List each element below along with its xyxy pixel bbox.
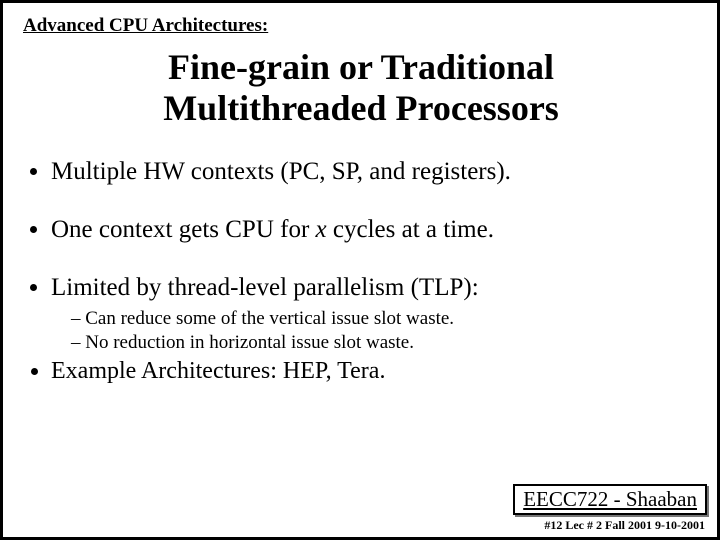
bullet-2-text-b: cycles at a time. — [327, 216, 494, 243]
bullet-1: Multiple HW contexts (PC, SP, and regist… — [51, 158, 699, 186]
title-line-2: Multithreaded Processors — [163, 88, 559, 128]
slide-frame: Advanced CPU Architectures: Fine-grain o… — [0, 0, 720, 540]
title-line-1: Fine-grain or Traditional — [168, 47, 554, 87]
slide-topic: Advanced CPU Architectures: — [23, 15, 699, 37]
bullet-3-text: Limited by thread-level parallelism (TLP… — [51, 274, 479, 301]
footer-meta: #12 Lec # 2 Fall 2001 9-10-2001 — [544, 518, 705, 533]
sub-bullet-2: No reduction in horizontal issue slot wa… — [71, 332, 699, 354]
sub-bullet-list: Can reduce some of the vertical issue sl… — [51, 308, 699, 354]
bullet-2: One context gets CPU for x cycles at a t… — [51, 216, 699, 244]
bullet-4: Example Architectures: HEP, Tera. — [51, 358, 699, 385]
bullet-list: Multiple HW contexts (PC, SP, and regist… — [23, 158, 699, 385]
bullet-2-x: x — [316, 216, 327, 243]
footer-course-box: EECC722 - Shaaban — [513, 484, 707, 515]
slide-title: Fine-grain or Traditional Multithreaded … — [23, 47, 699, 130]
bullet-3: Limited by thread-level parallelism (TLP… — [51, 274, 699, 354]
sub-bullet-1: Can reduce some of the vertical issue sl… — [71, 308, 699, 330]
bullet-2-text-a: One context gets CPU for — [51, 216, 316, 243]
